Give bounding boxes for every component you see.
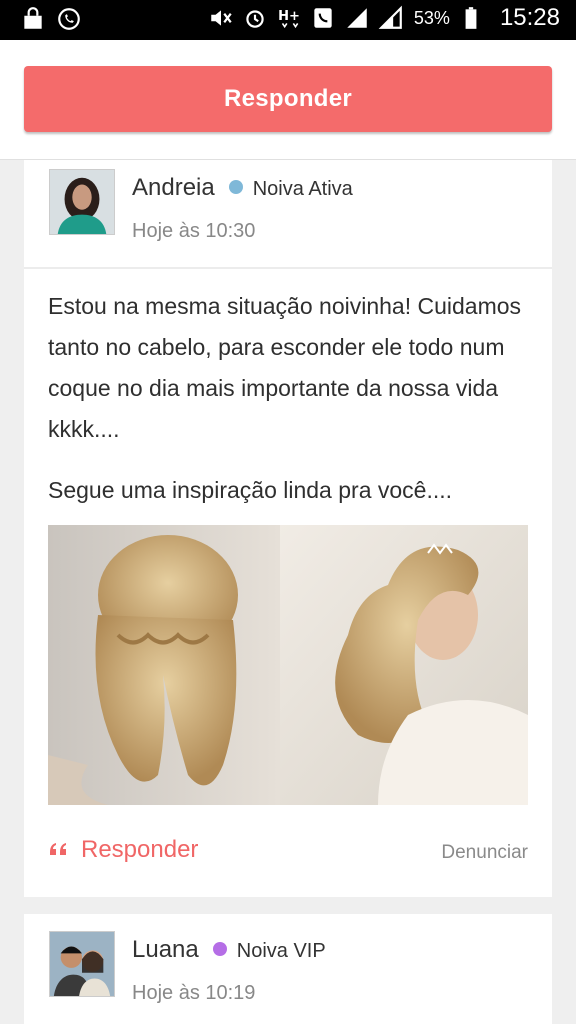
battery-icon — [458, 5, 484, 31]
author-badge: Noiva VIP — [236, 940, 326, 962]
status-bar: H+ 53% 15:28 — [0, 0, 576, 40]
post-author-header: Luana Noiva VIP Hoje às 10:19 — [24, 914, 552, 1022]
author-name[interactable]: Luana — [132, 936, 199, 963]
battery-percent: 53% — [413, 7, 450, 28]
report-link[interactable]: Denunciar — [441, 842, 528, 864]
reply-button[interactable]: Responder — [24, 66, 552, 132]
divider — [24, 267, 552, 269]
top-action-bar: Responder — [0, 40, 576, 160]
author-badge: Noiva Ativa — [252, 178, 353, 200]
post-timestamp: Hoje às 10:30 — [132, 220, 256, 242]
post-card: Luana Noiva VIP Hoje às 10:19 — [24, 914, 552, 1024]
badge-dot-icon — [212, 941, 227, 956]
quote-icon — [50, 843, 66, 855]
post-actions: Responder Denunciar — [48, 830, 528, 878]
alarm-icon — [242, 5, 268, 31]
author-name[interactable]: Andreia — [132, 174, 215, 201]
author-name-line: Luana Noiva VIP — [132, 936, 326, 964]
hplus-network-icon: H+ — [276, 5, 302, 31]
post-card: Andreia Noiva Ativa Hoje às 10:30 Estou n… — [24, 160, 552, 897]
shopping-bag-icon — [20, 6, 46, 32]
signal-icon — [344, 5, 370, 31]
avatar[interactable] — [49, 169, 115, 235]
avatar[interactable] — [49, 931, 115, 997]
post-message: Estou na mesma situação noivinha! Cuidam… — [48, 293, 522, 442]
phone-icon — [310, 5, 336, 31]
post-timestamp: Hoje às 10:19 — [132, 982, 256, 1004]
clock: 15:28 — [499, 4, 560, 31]
post-message-continued: Segue uma inspiração linda pra você.... — [48, 477, 453, 503]
whatsapp-icon — [56, 6, 82, 32]
svg-text:H+: H+ — [278, 9, 300, 24]
signal-icon — [378, 5, 404, 31]
author-name-line: Andreia Noiva Ativa — [132, 174, 353, 202]
reply-link[interactable]: Responder — [81, 836, 198, 864]
nfc-mute-icon — [208, 5, 234, 31]
post-author-header: Andreia Noiva Ativa Hoje às 10:30 — [24, 160, 552, 268]
post-image[interactable] — [48, 525, 528, 805]
badge-dot-icon — [228, 179, 243, 194]
